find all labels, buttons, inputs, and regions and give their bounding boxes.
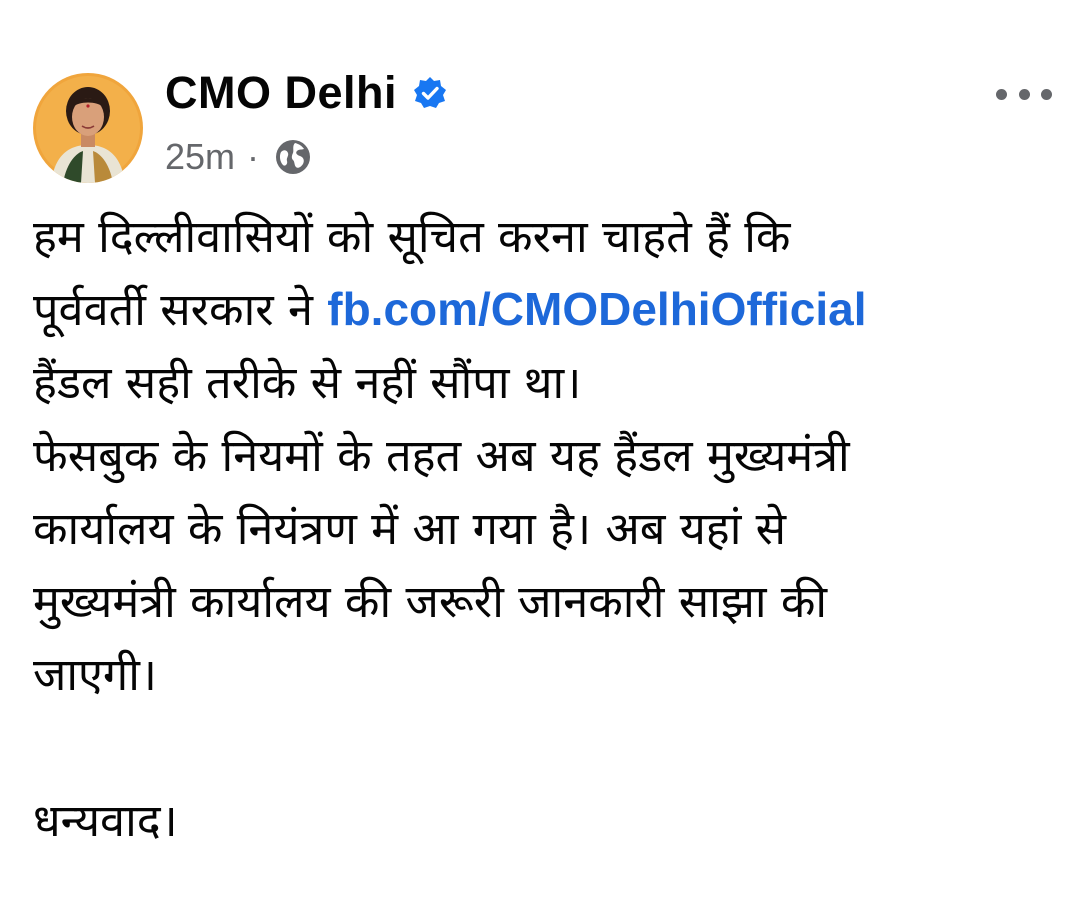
avatar-image: [33, 73, 143, 183]
post-line-text: पूर्ववर्ती सरकार ने: [33, 283, 328, 336]
post-line: हैंडल सही तरीके से नहीं सौंपा था।: [33, 356, 582, 409]
post-line: धन्यवाद।: [33, 794, 178, 847]
post-line: कार्यालय के नियंत्रण में आ गया है। अब यह…: [33, 502, 787, 555]
author-avatar[interactable]: [33, 73, 143, 183]
facebook-page-link[interactable]: fb.com/CMODelhiOfficial: [327, 283, 866, 335]
author-row: CMO Delhi: [165, 62, 447, 124]
meta-separator: ·: [247, 136, 260, 177]
author-name[interactable]: CMO Delhi: [165, 67, 397, 119]
post-line: फेसबुक के नियमों के तहत अब यह हैंडल मुख्…: [33, 429, 850, 482]
verified-badge-icon: [413, 76, 447, 110]
more-options-icon[interactable]: [996, 78, 1052, 110]
post-timestamp[interactable]: 25m: [165, 136, 235, 178]
post-body: हम दिल्लीवासियों को सूचित करना चाहते हैं…: [33, 200, 1058, 857]
facebook-post: CMO Delhi 25m · हम दिल्लीवासियों को सूचि…: [0, 0, 1080, 907]
post-line: हम दिल्लीवासियों को सूचित करना चाहते हैं…: [33, 210, 791, 263]
more-dot: [996, 88, 1007, 100]
post-line: पूर्ववर्ती सरकार ने fb.com/CMODelhiOffic…: [33, 273, 1058, 346]
more-dot: [1041, 88, 1052, 100]
post-line: मुख्यमंत्री कार्यालय की जरूरी जानकारी सा…: [33, 575, 828, 628]
globe-icon[interactable]: [273, 137, 313, 177]
more-dot: [1018, 88, 1030, 100]
post-meta: 25m ·: [165, 132, 313, 182]
post-line: जाएगी।: [33, 648, 157, 701]
